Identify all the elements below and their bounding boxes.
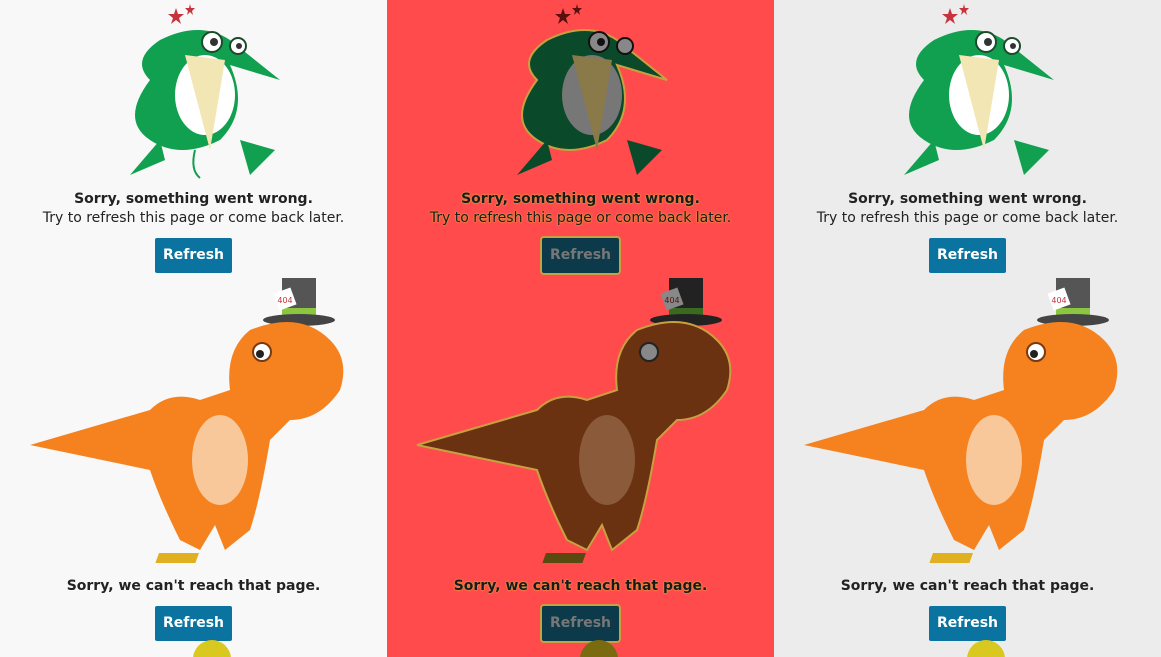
ball-decoration: [967, 640, 1005, 657]
dinosaur-illustration: 404: [416, 278, 732, 563]
error-not-found: 404: [774, 270, 1161, 570]
error-title: Sorry, we can't reach that page.: [453, 578, 708, 594]
svg-text:404: 404: [1051, 296, 1066, 305]
svg-text:404: 404: [277, 296, 292, 305]
ball-decoration: [193, 640, 231, 657]
refresh-button[interactable]: Refresh: [929, 606, 1006, 641]
error-text-group: Sorry, something went wrong. Try to refr…: [774, 190, 1161, 228]
error-not-found: 404: [387, 270, 774, 570]
refresh-button[interactable]: Refresh: [155, 238, 232, 273]
top-hat-icon: 404: [650, 278, 722, 326]
ball-decoration: [580, 640, 618, 657]
panel-light: Sorry, something went wrong. Try to refr…: [0, 0, 387, 657]
top-hat-icon: 404: [1037, 278, 1109, 326]
stars-icon: [942, 4, 969, 24]
error-title: Sorry, something went wrong.: [848, 191, 1087, 207]
error-subtitle: Try to refresh this page or come back la…: [42, 210, 345, 226]
refresh-button[interactable]: Refresh: [542, 606, 619, 641]
hummingbird-illustration: [130, 4, 280, 179]
error-text-group: Sorry, something went wrong. Try to refr…: [0, 190, 387, 228]
error-title: Sorry, something went wrong.: [461, 191, 700, 207]
dinosaur-illustration: 404: [804, 278, 1118, 563]
error-not-found: 404: [0, 270, 387, 570]
hummingbird-illustration: [904, 4, 1054, 175]
error-subtitle: Try to refresh this page or come back la…: [816, 210, 1119, 226]
error-title: Sorry, we can't reach that page.: [66, 578, 321, 594]
refresh-button[interactable]: Refresh: [155, 606, 232, 641]
dinosaur-illustration: 404: [30, 278, 344, 563]
error-page-variants: Sorry, something went wrong. Try to refr…: [0, 0, 1161, 657]
stars-icon: [168, 4, 195, 24]
error-text-group: Sorry, something went wrong. Try to refr…: [387, 190, 774, 228]
error-something-wrong: [0, 0, 387, 185]
hummingbird-illustration: [517, 4, 668, 175]
refresh-button[interactable]: Refresh: [929, 238, 1006, 273]
panel-gray: Sorry, something went wrong. Try to refr…: [774, 0, 1161, 657]
panel-red: Sorry, something went wrong. Try to refr…: [387, 0, 774, 657]
error-something-wrong: [387, 0, 774, 185]
error-something-wrong: [774, 0, 1161, 185]
top-hat-icon: 404: [263, 278, 335, 326]
error-title: Sorry, something went wrong.: [74, 191, 313, 207]
error-title: Sorry, we can't reach that page.: [840, 578, 1095, 594]
refresh-button[interactable]: Refresh: [542, 238, 619, 273]
error-subtitle: Try to refresh this page or come back la…: [429, 210, 732, 226]
stars-icon: [555, 4, 582, 24]
svg-text:404: 404: [664, 296, 679, 305]
